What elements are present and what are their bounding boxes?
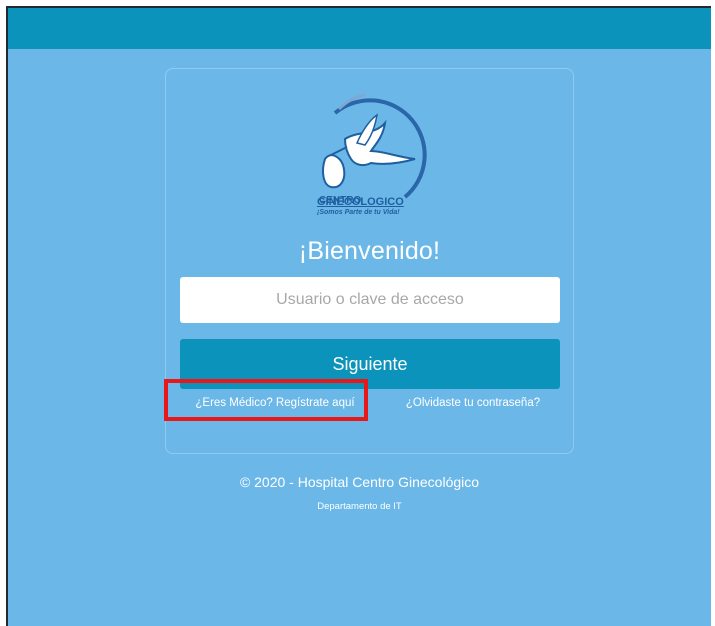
page-frame: CENTRO GINECOLOGICO ¡Somos Parte de tu V… (6, 6, 711, 626)
register-doctor-link[interactable]: ¿Eres Médico? Regístrate aquí (180, 397, 370, 409)
header-bar (8, 8, 711, 49)
logo-tagline: ¡Somos Parte de tu Vida! (317, 209, 400, 216)
login-card: CENTRO GINECOLOGICO ¡Somos Parte de tu V… (165, 68, 574, 454)
forgot-password-link[interactable]: ¿Olvidaste tu contraseña? (386, 397, 560, 409)
logo-title-line2: GINECOLOGICO (317, 196, 404, 208)
username-access-key-input[interactable] (180, 277, 560, 323)
welcome-heading: ¡Bienvenido! (298, 237, 441, 265)
hospital-logo: CENTRO GINECOLOGICO ¡Somos Parte de tu V… (305, 85, 435, 216)
stork-logo-icon: CENTRO (319, 93, 427, 206)
footer-copyright: © 2020 - Hospital Centro Ginecológico (239, 474, 480, 490)
logo-text-block: GINECOLOGICO ¡Somos Parte de tu Vida! (317, 197, 437, 218)
footer-department: Departamento de IT (317, 501, 402, 512)
next-button[interactable]: Siguiente (180, 339, 560, 389)
